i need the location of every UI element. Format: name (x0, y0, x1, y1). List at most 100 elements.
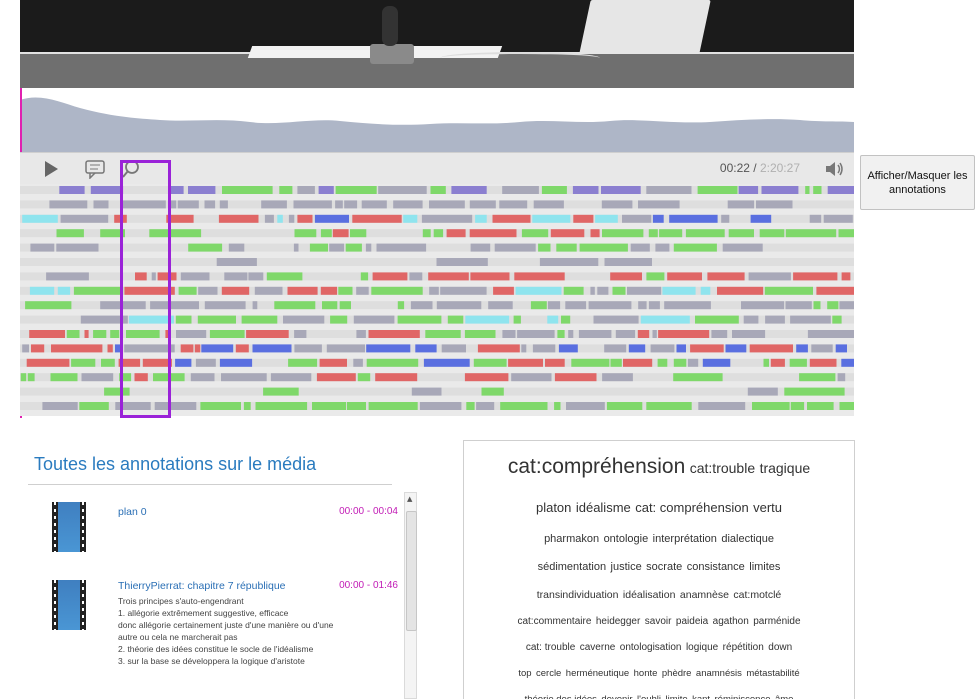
annotation-segment[interactable] (218, 214, 259, 223)
annotation-segment[interactable] (346, 402, 366, 410)
tag-link[interactable]: répétition (723, 642, 764, 653)
annotation-segment[interactable] (759, 229, 785, 238)
annotation-segment[interactable] (93, 200, 109, 209)
annotation-segment[interactable] (175, 315, 192, 324)
annotation-segment[interactable] (254, 286, 283, 295)
annotation-segment[interactable] (378, 186, 427, 194)
annotation-segment[interactable] (425, 330, 461, 338)
annotation-segment[interactable] (288, 358, 318, 367)
annotation-segment[interactable] (294, 229, 317, 238)
annotation-segment[interactable] (566, 402, 605, 410)
annotation-segment[interactable] (441, 344, 466, 353)
tag-link[interactable]: kant (692, 694, 710, 699)
annotation-segment[interactable] (813, 186, 822, 194)
annotation-segment[interactable] (832, 315, 842, 324)
annotation-segment[interactable] (717, 286, 764, 295)
annotation-segment[interactable] (176, 330, 207, 338)
annotation-segment[interactable] (29, 286, 55, 295)
annotation-segment[interactable] (550, 229, 585, 238)
annotation-segment[interactable] (749, 344, 793, 353)
annotation-segment[interactable] (573, 214, 594, 223)
annotation-segment[interactable] (221, 373, 267, 382)
annotation-segment[interactable] (513, 315, 521, 324)
annotation-segment[interactable] (732, 330, 766, 338)
annotation-segment[interactable] (475, 214, 487, 223)
annotation-segment[interactable] (493, 286, 514, 295)
annotation-segment[interactable] (252, 301, 258, 310)
tag-link[interactable]: limite (665, 694, 687, 699)
annotation-segment[interactable] (494, 243, 536, 252)
annotation-segment[interactable] (655, 243, 670, 252)
annotation-segment[interactable] (235, 344, 249, 353)
tag-link[interactable]: cat:motclé (733, 589, 781, 601)
annotation-segment[interactable] (56, 229, 84, 238)
annotation-segment[interactable] (221, 286, 250, 295)
annotation-segment[interactable] (752, 402, 790, 410)
annotation-segment[interactable] (517, 330, 555, 338)
annotation-segment[interactable] (84, 330, 89, 338)
annotation-segment[interactable] (365, 243, 372, 252)
annotation-segment[interactable] (650, 344, 675, 353)
annotation-segment[interactable] (243, 402, 251, 410)
annotation-segment[interactable] (610, 272, 642, 281)
annotation-segment[interactable] (796, 344, 808, 353)
annotation-segment[interactable] (356, 330, 366, 338)
annotation-segment[interactable] (622, 214, 652, 223)
tag-link[interactable]: parménide (753, 616, 800, 627)
annotation-segment[interactable] (332, 229, 349, 238)
annotation-segment[interactable] (175, 358, 192, 367)
annotation-segment[interactable] (590, 229, 600, 238)
annotation-segment[interactable] (604, 258, 653, 266)
annotation-segment[interactable] (515, 286, 562, 295)
annotation-segment[interactable] (338, 286, 353, 295)
annotation-segment[interactable] (669, 214, 718, 223)
tag-link[interactable]: anamnésis (696, 668, 742, 679)
annotation-segment[interactable] (533, 200, 564, 209)
annotation-segment[interactable] (316, 373, 356, 382)
annotation-segment[interactable] (597, 286, 609, 295)
tag-link[interactable]: herméneutique (566, 668, 629, 679)
tag-link[interactable]: vertu (753, 500, 782, 515)
annotation-segment[interactable] (547, 315, 559, 324)
annotation-segment[interactable] (554, 402, 561, 410)
tag-link[interactable]: socrate (646, 561, 682, 573)
annotation-segment[interactable] (79, 402, 109, 410)
annotation-segment[interactable] (339, 301, 351, 310)
annotation-segment[interactable] (297, 186, 315, 194)
annotation-segment[interactable] (188, 243, 223, 252)
annotation-segment[interactable] (320, 229, 332, 238)
tag-link[interactable]: phèdre (662, 668, 692, 679)
annotation-segment[interactable] (747, 387, 778, 396)
annotation-segment[interactable] (602, 229, 644, 238)
annotation-segment[interactable] (204, 301, 246, 310)
annotation-segment[interactable] (294, 344, 322, 353)
tag-link[interactable]: interprétation (653, 533, 717, 545)
tag-link[interactable]: limites (749, 561, 780, 573)
tag-link[interactable]: paideia (676, 616, 708, 627)
annotation-segment[interactable] (403, 214, 418, 223)
tag-link[interactable]: cat: trouble (526, 642, 575, 653)
annotation-segment[interactable] (422, 229, 431, 238)
annotation-segment[interactable] (429, 286, 439, 295)
annotation-segment[interactable] (764, 286, 813, 295)
annotation-segment[interactable] (42, 402, 78, 410)
annotation-segment[interactable] (785, 301, 812, 310)
annotation-segment[interactable] (261, 200, 287, 209)
annotation-segment[interactable] (409, 272, 423, 281)
annotation-segment[interactable] (180, 272, 210, 281)
tag-link[interactable]: l'oubli (637, 694, 661, 699)
annotation-segment[interactable] (748, 272, 791, 281)
annotation-segment[interactable] (465, 315, 510, 324)
annotation-segment[interactable] (319, 358, 347, 367)
annotation-segment[interactable] (604, 344, 627, 353)
annotation-segment[interactable] (563, 286, 584, 295)
annotation-segment[interactable] (700, 286, 711, 295)
annotation-title[interactable]: plan 0 (118, 506, 147, 518)
annotation-segment[interactable] (20, 373, 27, 382)
tag-link[interactable]: ontologie (604, 533, 649, 545)
annotation-segment[interactable] (350, 229, 367, 238)
tag-link[interactable]: réminiscence (715, 694, 771, 699)
annotation-segment[interactable] (799, 373, 836, 382)
tag-link[interactable]: idéalisme (576, 500, 631, 515)
tag-link[interactable]: heidegger (596, 616, 640, 627)
